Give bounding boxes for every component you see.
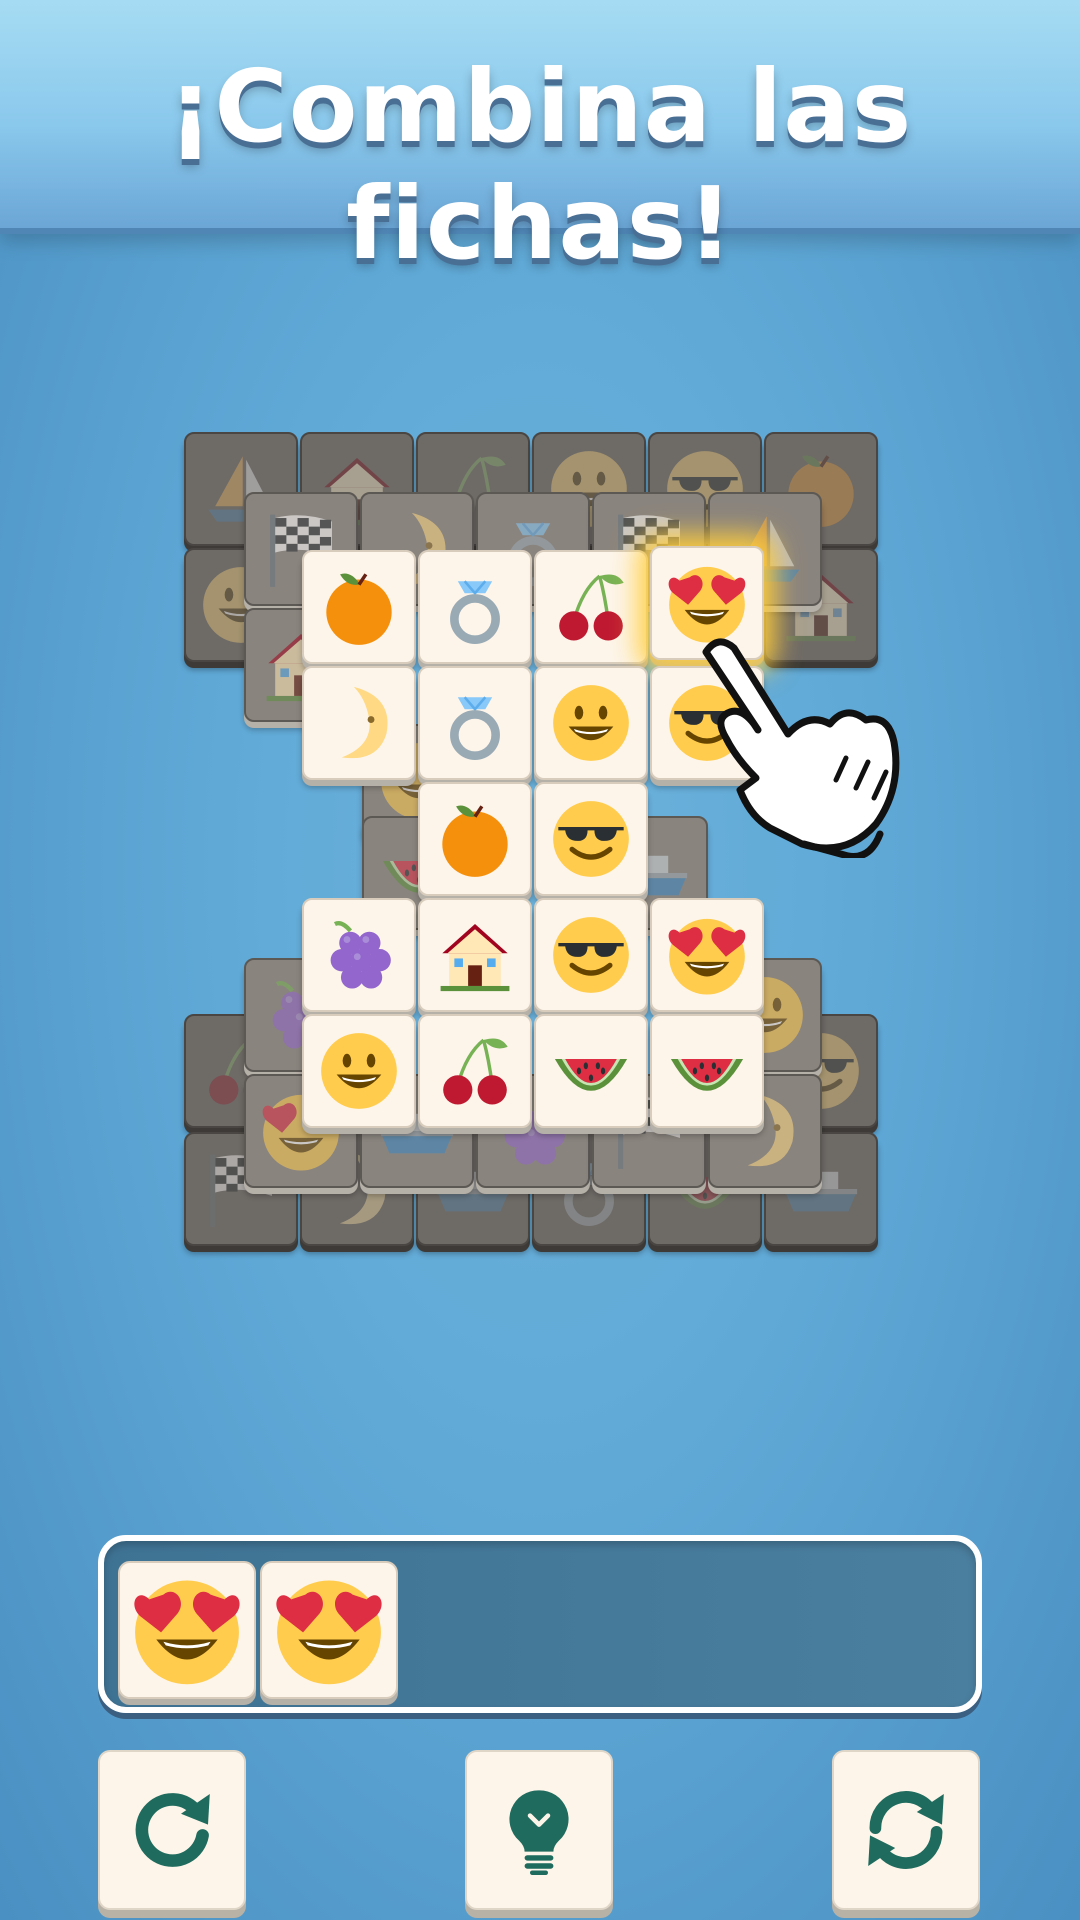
orange-icon: [316, 564, 402, 650]
smiley-icon: [548, 680, 634, 766]
tile-watermelon[interactable]: [650, 1014, 764, 1128]
orange-icon: [432, 796, 518, 882]
house-icon: [432, 912, 518, 998]
tile-ring[interactable]: [418, 666, 532, 780]
grapes-icon: [316, 912, 402, 998]
lightbulb-icon: [509, 1790, 569, 1875]
tray-tile: [260, 1561, 398, 1699]
hint-button[interactable]: [465, 1750, 613, 1910]
tile-orange[interactable]: [302, 550, 416, 664]
tile-sunglasses[interactable]: [534, 898, 648, 1012]
tile-orange[interactable]: [418, 782, 532, 896]
tray-tile: [118, 1561, 256, 1699]
tile-sunglasses[interactable]: [534, 782, 648, 896]
smiley-icon: [316, 1028, 402, 1114]
sunglasses-smiley-icon: [548, 912, 634, 998]
tile-cherries[interactable]: [534, 550, 648, 664]
tile-tray: [98, 1535, 982, 1713]
tile-watermelon[interactable]: [534, 1014, 648, 1128]
tile-moon[interactable]: [302, 666, 416, 780]
sunglasses-smiley-icon: [548, 796, 634, 882]
undo-button[interactable]: [98, 1750, 246, 1910]
heart-eyes-icon: [128, 1571, 246, 1689]
pointing-hand-icon: [702, 638, 900, 858]
watermelon-icon: [548, 1028, 634, 1114]
cherries-icon: [548, 564, 634, 650]
ring-icon: [432, 680, 518, 766]
watermelon-icon: [664, 1028, 750, 1114]
heart-eyes-icon: [664, 912, 750, 998]
tile-smiley[interactable]: [534, 666, 648, 780]
undo-arrow-icon: [135, 1793, 210, 1867]
tile-cherries[interactable]: [418, 1014, 532, 1128]
moon-icon: [316, 680, 402, 766]
tile-smiley[interactable]: [302, 1014, 416, 1128]
tile-heart-eyes[interactable]: [650, 898, 764, 1012]
shuffle-arrows-icon: [868, 1791, 944, 1869]
cherries-icon: [432, 1028, 518, 1114]
tile-house[interactable]: [418, 898, 532, 1012]
heart-eyes-icon: [270, 1571, 388, 1689]
tile-grapes[interactable]: [302, 898, 416, 1012]
shuffle-button[interactable]: [832, 1750, 980, 1910]
tile-ring[interactable]: [418, 550, 532, 664]
ring-icon: [432, 564, 518, 650]
